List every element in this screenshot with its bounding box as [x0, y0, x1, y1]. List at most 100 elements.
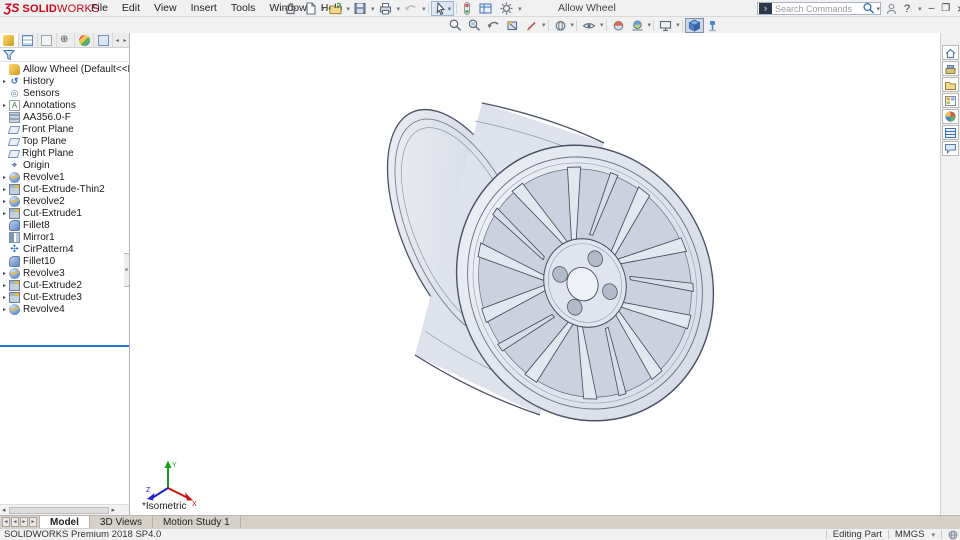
menu-file[interactable]: File: [84, 0, 115, 17]
units-dropdown-icon[interactable]: ▾: [931, 531, 935, 539]
tree-item-revolve3[interactable]: ▸ Revolve3: [0, 267, 129, 279]
search-input[interactable]: [772, 3, 863, 14]
tab-scroll-left[interactable]: ◂: [113, 33, 121, 47]
view-settings-button[interactable]: [656, 18, 675, 33]
restore-button[interactable]: ❐: [941, 3, 950, 14]
tree-item-material[interactable]: AA356.0-F: [0, 111, 129, 123]
search-commands-box[interactable]: › ▾: [757, 2, 881, 15]
tree-item-front-plane[interactable]: Front Plane: [0, 123, 129, 135]
xpert-tools-button[interactable]: [475, 1, 496, 16]
view-cube-button[interactable]: [684, 17, 704, 33]
solidworks-forum-button[interactable]: [942, 141, 959, 156]
search-dropdown-icon[interactable]: ▾: [876, 5, 880, 13]
tree-item-history[interactable]: ▸ History: [0, 75, 129, 87]
tree-item-cut-extrude1[interactable]: ▸ Cut-Extrude1: [0, 207, 129, 219]
menu-edit[interactable]: Edit: [115, 0, 147, 17]
tab-scroll-right[interactable]: ▸: [121, 33, 129, 47]
status-globe-icon[interactable]: [948, 530, 958, 540]
tree-item-annotations[interactable]: ▸ Annotations: [0, 99, 129, 111]
expand-arrow[interactable]: ▸: [0, 78, 9, 85]
zoom-to-area-button[interactable]: [465, 18, 484, 33]
status-units[interactable]: MMGS: [895, 529, 925, 540]
tab-featuremanager[interactable]: [0, 33, 19, 47]
tree-item-fillet10[interactable]: Fillet10: [0, 255, 129, 267]
prev-tab-button[interactable]: ◄: [11, 517, 19, 527]
file-explorer-button[interactable]: [942, 77, 959, 92]
expand-arrow[interactable]: ▸: [0, 270, 9, 277]
tree-item-right-plane[interactable]: Right Plane: [0, 147, 129, 159]
annotation-dropdown-icon[interactable]: ▾: [542, 21, 546, 29]
apply-scene-button[interactable]: [628, 18, 647, 33]
dynamic-annotation-views-button[interactable]: [522, 18, 541, 33]
tree-item-origin[interactable]: Origin: [0, 159, 129, 171]
save-button[interactable]: [350, 1, 370, 16]
apply-scene-dropdown-icon[interactable]: ▾: [648, 21, 652, 29]
tree-item-sensors[interactable]: Sensors: [0, 87, 129, 99]
tab-propertymanager[interactable]: [18, 33, 38, 47]
tree-item-fillet8[interactable]: Fillet8: [0, 219, 129, 231]
rollback-bar[interactable]: [0, 345, 129, 347]
section-view-button[interactable]: [503, 18, 522, 33]
expand-arrow[interactable]: ▸: [0, 198, 9, 205]
new-document-button[interactable]: [301, 1, 320, 16]
tab-displaymanager[interactable]: [75, 33, 95, 47]
expand-arrow[interactable]: ▸: [0, 174, 9, 181]
options-dropdown-icon[interactable]: ▾: [518, 5, 522, 13]
options-button[interactable]: [496, 1, 517, 16]
help-button[interactable]: ?: [904, 3, 910, 15]
tree-item-cut-extrude2[interactable]: ▸ Cut-Extrude2: [0, 279, 129, 291]
tab-motion-study-1[interactable]: Motion Study 1: [152, 516, 241, 528]
expand-arrow[interactable]: ▸: [0, 186, 9, 193]
zoom-to-fit-button[interactable]: [446, 18, 465, 33]
display-style-button[interactable]: [551, 18, 570, 33]
undo-button[interactable]: [400, 1, 421, 16]
first-tab-button[interactable]: ◄: [2, 517, 10, 527]
minimize-button[interactable]: –: [929, 3, 935, 14]
pin-toolbar-icon[interactable]: [704, 18, 721, 33]
tree-item-revolve2[interactable]: ▸ Revolve2: [0, 195, 129, 207]
expand-arrow[interactable]: ▸: [0, 294, 9, 301]
solidworks-resources-button[interactable]: [942, 45, 959, 60]
tree-item-cut-extrude-thin2[interactable]: ▸ Cut-Extrude-Thin2: [0, 183, 129, 195]
select-dropdown-icon[interactable]: ▾: [448, 5, 452, 13]
tree-item-top-plane[interactable]: Top Plane: [0, 135, 129, 147]
expand-arrow[interactable]: ▸: [0, 102, 9, 109]
scrollbar-thumb[interactable]: [9, 507, 109, 514]
hide-show-dropdown-icon[interactable]: ▾: [600, 21, 604, 29]
selection-filter-button[interactable]: [459, 1, 475, 16]
tab-cam[interactable]: [94, 33, 114, 47]
tree-item-cut-extrude3[interactable]: ▸ Cut-Extrude3: [0, 291, 129, 303]
tab-dimxpertmanager[interactable]: [56, 33, 76, 47]
tab-model[interactable]: Model: [39, 516, 90, 528]
next-tab-button[interactable]: ►: [20, 517, 28, 527]
design-library-button[interactable]: [942, 61, 959, 76]
custom-properties-button[interactable]: [942, 125, 959, 140]
tab-configurationmanager[interactable]: [37, 33, 57, 47]
tree-item-revolve1[interactable]: ▸ Revolve1: [0, 171, 129, 183]
login-user-icon[interactable]: [886, 3, 897, 15]
menu-view[interactable]: View: [147, 0, 184, 17]
scroll-left-arrow[interactable]: ◂: [2, 506, 6, 515]
help-dropdown-icon[interactable]: ▾: [918, 5, 922, 13]
tree-item-cirpattern4[interactable]: CirPattern4: [0, 243, 129, 255]
print-button[interactable]: [375, 1, 396, 16]
graphics-viewport[interactable]: Y X Z *Isometric: [130, 33, 940, 515]
display-style-dropdown-icon[interactable]: ▾: [571, 21, 575, 29]
menu-tools[interactable]: Tools: [224, 0, 263, 17]
appearances-scenes-button[interactable]: [942, 109, 959, 124]
undo-dropdown-icon[interactable]: ▾: [422, 5, 426, 13]
last-tab-button[interactable]: ►: [29, 517, 37, 527]
search-magnifier-icon[interactable]: [862, 2, 875, 15]
select-button[interactable]: ▾: [430, 1, 455, 16]
home-button[interactable]: [280, 1, 301, 16]
tree-item-mirror1[interactable]: Mirror1: [0, 231, 129, 243]
open-button[interactable]: [325, 1, 346, 16]
filter-funnel-icon[interactable]: [3, 49, 15, 61]
edit-appearance-button[interactable]: [609, 18, 628, 33]
scroll-right-arrow[interactable]: ▸: [111, 506, 115, 515]
view-palette-button[interactable]: [942, 93, 959, 108]
tree-item-revolve4[interactable]: ▸ Revolve4: [0, 303, 129, 315]
expand-arrow[interactable]: ▸: [0, 210, 9, 217]
tab-3d-views[interactable]: 3D Views: [89, 516, 153, 528]
menu-insert[interactable]: Insert: [184, 0, 224, 17]
